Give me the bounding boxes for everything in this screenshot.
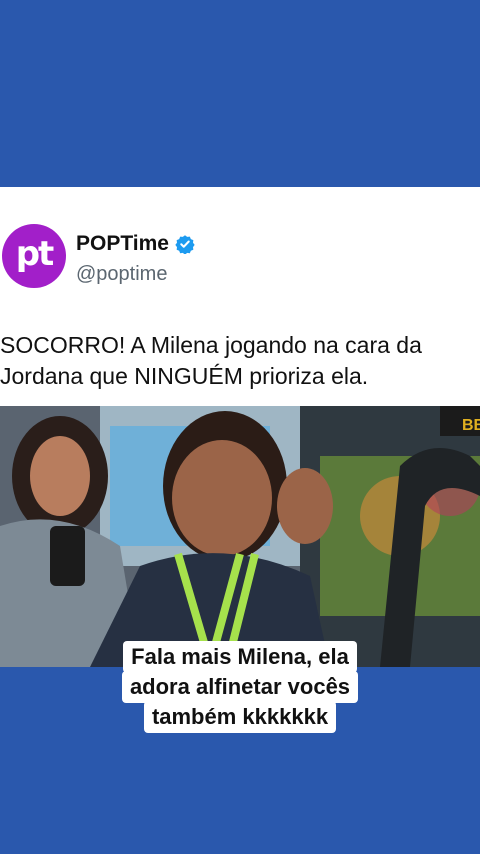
video-scene: BB <box>0 406 480 667</box>
caption-line: também kkkkkkk <box>143 701 337 733</box>
svg-text:BB: BB <box>462 417 480 434</box>
caption-line: Fala mais Milena, ela <box>123 641 357 673</box>
user-handle[interactable]: @poptime <box>76 263 167 286</box>
caption-overlay: Fala mais Milena, ela adora alfinetar vo… <box>0 641 480 733</box>
tweet-text: SOCORRO! A Milena jogando na cara da Jor… <box>0 332 422 389</box>
video-frame[interactable]: BB <box>0 406 480 667</box>
caption-line: adora alfinetar vocês <box>121 671 359 703</box>
avatar-logo-text: pt <box>15 234 55 274</box>
display-name[interactable]: POPTime <box>76 232 195 256</box>
display-name-text: POPTime <box>76 232 169 255</box>
verified-badge-icon <box>175 235 195 254</box>
avatar[interactable]: pt <box>2 224 66 288</box>
top-background <box>0 0 480 187</box>
